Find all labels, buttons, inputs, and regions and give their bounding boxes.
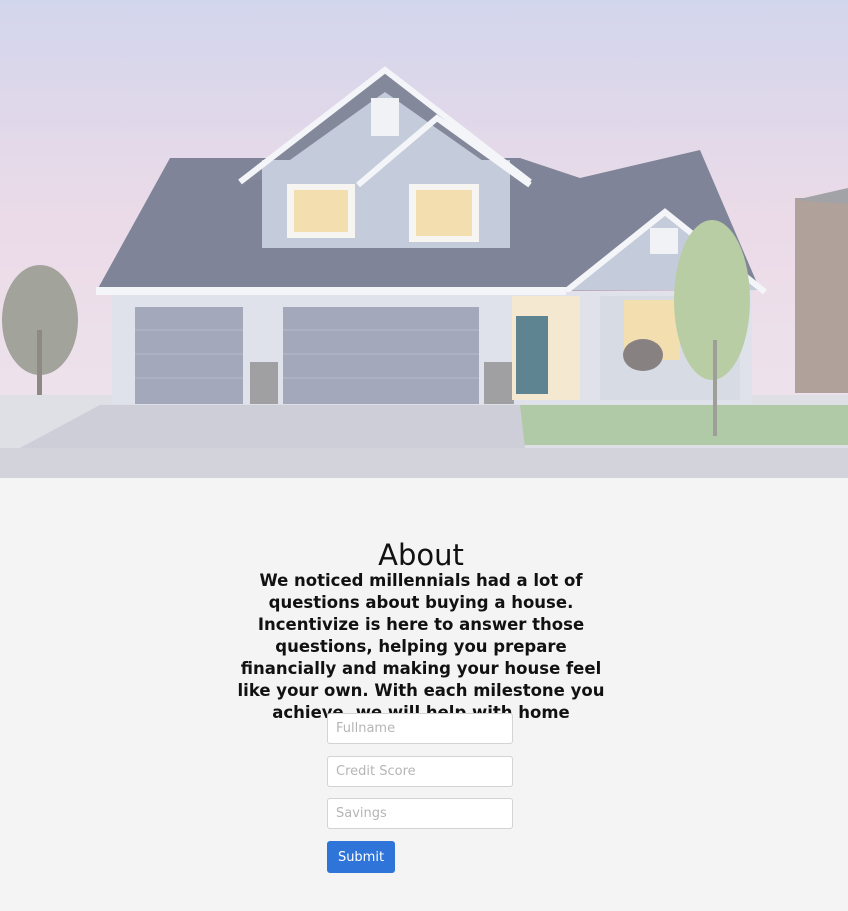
fullname-input[interactable] <box>327 713 513 744</box>
submit-button[interactable]: Submit <box>327 841 395 873</box>
about-section: About We noticed millennials had a lot o… <box>0 478 848 911</box>
house-photo <box>0 0 848 478</box>
about-title: About <box>378 538 464 572</box>
savings-input[interactable] <box>327 798 513 829</box>
credit-score-input[interactable] <box>327 756 513 787</box>
hero-image <box>0 0 848 478</box>
